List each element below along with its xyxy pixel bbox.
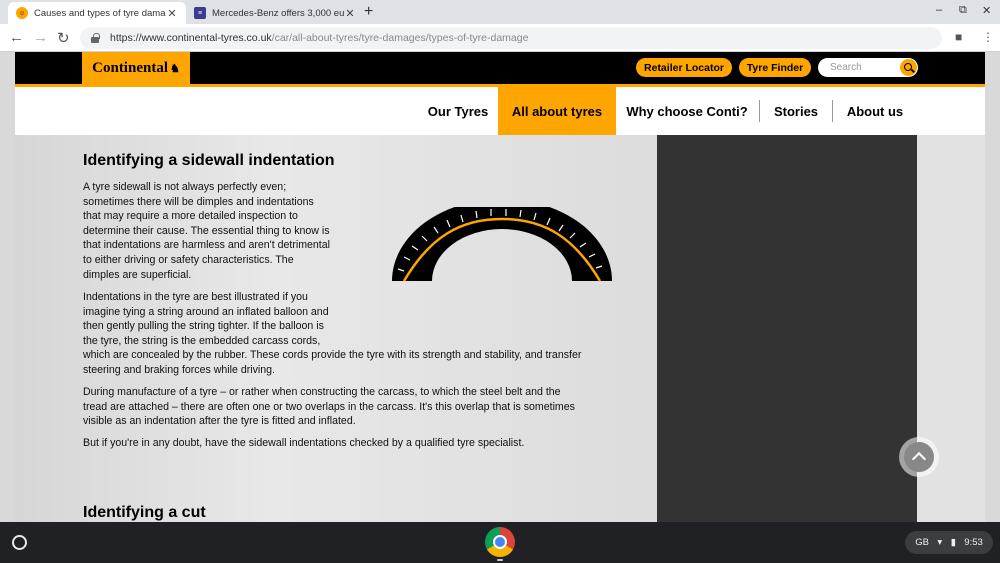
- logo-text: Continental: [92, 59, 168, 76]
- profile-icon[interactable]: ■: [955, 30, 962, 44]
- continental-logo[interactable]: Continental ♞: [82, 52, 190, 84]
- address-bar[interactable]: https://www.continental-tyres.co.uk/car/…: [80, 27, 942, 49]
- os-taskbar: GB ▾ ▮ 9:53: [0, 522, 1000, 563]
- search-input[interactable]: Search: [818, 58, 918, 77]
- text-line: that may require a more detailed inspect…: [83, 210, 298, 223]
- nav-why-choose-conti[interactable]: Why choose Conti?: [616, 87, 758, 135]
- text-line: steering and braking forces while drivin…: [83, 363, 275, 376]
- search-icon[interactable]: [900, 59, 917, 76]
- retailer-locator-button[interactable]: Retailer Locator: [636, 58, 732, 77]
- text-line: sometimes there will be dimples and inde…: [83, 195, 314, 208]
- chevron-up-icon: [904, 442, 934, 472]
- text-line: dimples are superficial.: [83, 268, 192, 281]
- continental-favicon-icon: ☺: [16, 7, 28, 19]
- text-line: During manufacture of a tyre – or rather…: [83, 386, 561, 398]
- reload-icon[interactable]: ↻: [57, 29, 70, 47]
- text-line: tread are attached – there are often one…: [83, 400, 575, 413]
- keyboard-layout: GB: [915, 537, 929, 548]
- heading-sidewall-indentation: Identifying a sidewall indentation: [83, 152, 335, 169]
- url-path: /car/all-about-tyres/tyre-damages/types-…: [271, 32, 529, 44]
- clock: 9:53: [964, 537, 983, 548]
- text-line: imagine tying a string around an inflate…: [83, 305, 329, 318]
- battery-icon: ▮: [950, 537, 956, 548]
- paragraph-4: But if you're in any doubt, have the sid…: [83, 437, 525, 449]
- browser-tab-bar: ☺ Causes and types of tyre damag ✕ ≡ Mer…: [0, 0, 1000, 24]
- tab-mercedes[interactable]: ≡ Mercedes-Benz offers 3,000 euro ✕: [186, 2, 364, 24]
- text-line: determine their cause. The essential thi…: [83, 224, 330, 237]
- search-placeholder: Search: [830, 62, 862, 73]
- dark-sidebar: [657, 135, 917, 522]
- system-tray[interactable]: GB ▾ ▮ 9:53: [905, 531, 993, 554]
- chrome-icon[interactable]: [485, 527, 515, 557]
- tab-continental[interactable]: ☺ Causes and types of tyre damag ✕: [8, 2, 186, 24]
- new-tab-button[interactable]: +: [364, 3, 373, 21]
- back-arrow-icon[interactable]: ←: [9, 29, 24, 46]
- minimize-button[interactable]: –: [936, 4, 942, 16]
- news-favicon-icon: ≡: [194, 7, 206, 19]
- nav-stories[interactable]: Stories: [760, 87, 832, 135]
- text-line: which are concealed by the rubber. These…: [83, 349, 582, 362]
- scroll-to-top-button[interactable]: [899, 437, 939, 477]
- text-line: A tyre sidewall is not always perfectly …: [83, 181, 287, 193]
- text-line: Indentations in the tyre are best illust…: [83, 291, 308, 303]
- lock-icon: [90, 33, 100, 43]
- text-line: visible as an indentation after the tyre…: [83, 415, 356, 428]
- browser-toolbar: ← → ↻ https://www.continental-tyres.co.u…: [0, 24, 1000, 52]
- text-line: that indentations are harmless and aren'…: [83, 239, 330, 252]
- running-indicator: [497, 559, 503, 561]
- tyre-indentation-illustration: [392, 207, 612, 282]
- tab-title: Causes and types of tyre damag: [34, 7, 166, 19]
- text-line: then gently pulling the string tighter. …: [83, 320, 324, 333]
- tab-close-icon[interactable]: ✕: [344, 7, 356, 20]
- web-page: Continental ♞ Retailer Locator Tyre Finde…: [0, 52, 1000, 522]
- url-host: https://www.continental-tyres.co.uk: [110, 32, 272, 44]
- paragraph-3: During manufacture of a tyre – or rather…: [83, 385, 575, 429]
- nav-our-tyres[interactable]: Our Tyres: [418, 87, 498, 135]
- launcher-icon[interactable]: [12, 535, 27, 550]
- nav-about-us[interactable]: About us: [833, 87, 917, 135]
- tab-title: Mercedes-Benz offers 3,000 euro: [212, 7, 344, 19]
- paragraph-2: Indentations in the tyre are best illust…: [83, 290, 581, 378]
- text-line: the tyre, the string is the embedded car…: [83, 334, 321, 347]
- heading-identifying-a-cut: Identifying a cut: [83, 504, 206, 521]
- text-line: to either driving or safety characterist…: [83, 253, 294, 266]
- horse-logo-icon: ♞: [169, 62, 180, 75]
- main-nav: Our Tyres All about tyres Why choose Con…: [15, 87, 985, 135]
- paragraph-1: A tyre sidewall is not always perfectly …: [83, 180, 330, 282]
- wifi-icon: ▾: [937, 537, 943, 548]
- tyre-finder-button[interactable]: Tyre Finder: [739, 58, 811, 77]
- restore-button[interactable]: ⧉: [959, 4, 967, 17]
- nav-all-about-tyres[interactable]: All about tyres: [498, 87, 616, 135]
- menu-kebab-icon[interactable]: ⋮: [982, 30, 994, 44]
- tab-close-icon[interactable]: ✕: [166, 7, 178, 20]
- close-window-button[interactable]: ✕: [982, 4, 991, 17]
- forward-arrow-icon[interactable]: →: [33, 29, 48, 46]
